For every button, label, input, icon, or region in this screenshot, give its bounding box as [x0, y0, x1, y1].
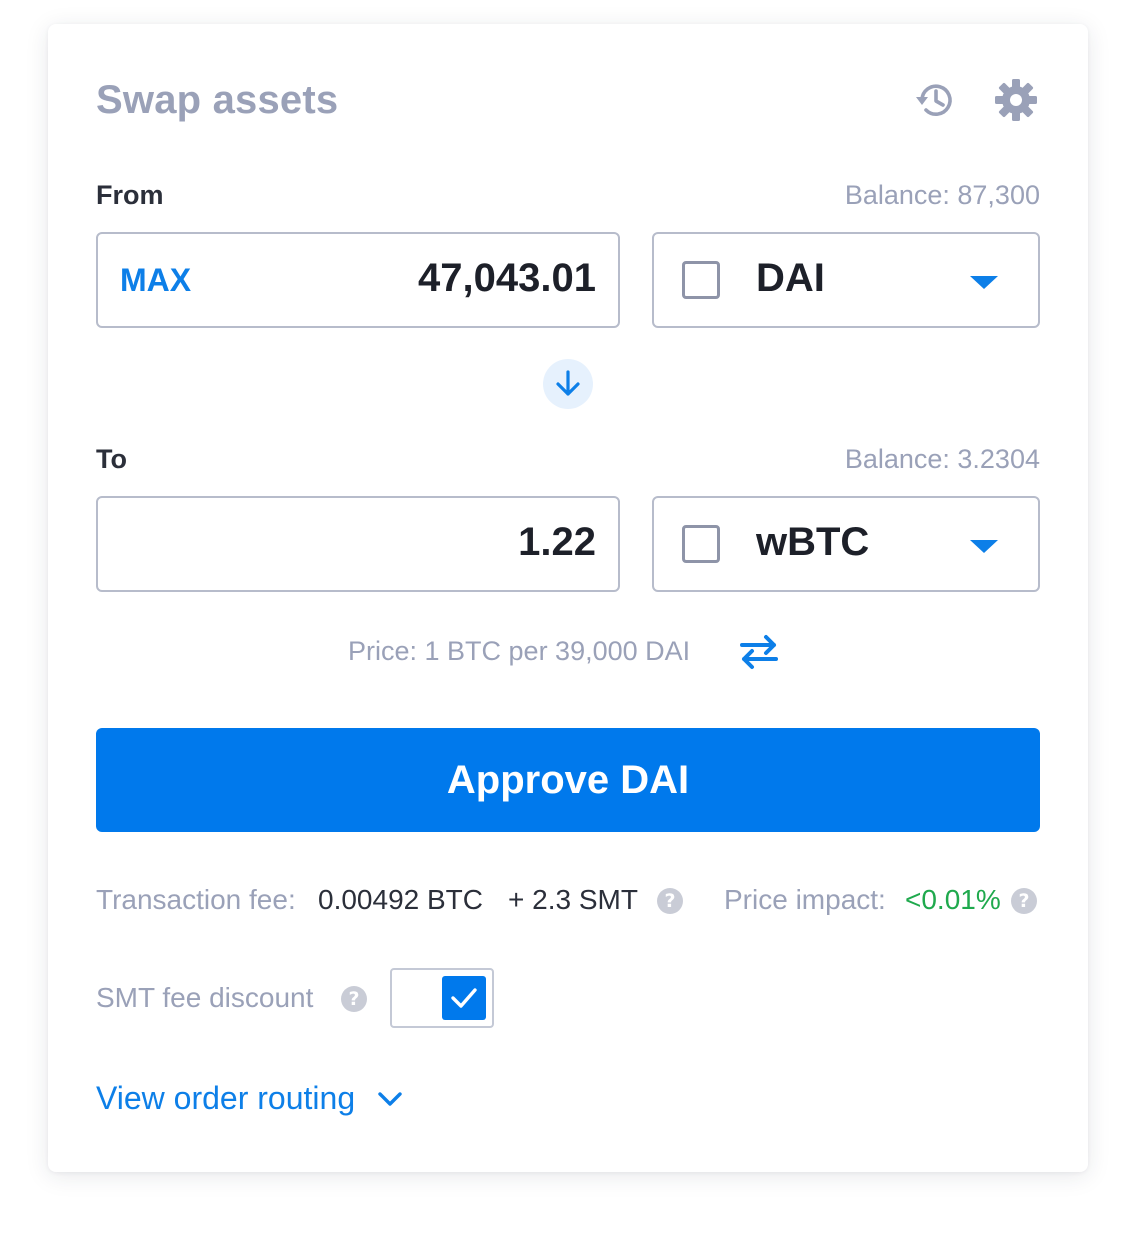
max-button[interactable]: MAX	[120, 262, 191, 299]
to-amount-value: 1.22	[518, 520, 596, 564]
smt-discount-toggle[interactable]	[390, 968, 494, 1028]
price-impact-value: <0.01%	[905, 884, 1001, 915]
token-checkbox-icon	[682, 261, 720, 299]
from-amount-value: 47,043.01	[418, 256, 596, 300]
caret-down-icon	[970, 276, 998, 289]
from-amount-field[interactable]: MAX 47,043.01	[96, 232, 620, 328]
arrow-down-icon	[556, 370, 580, 396]
from-balance: Balance: 87,300	[844, 180, 1040, 210]
smt-discount-help-icon[interactable]: ?	[341, 986, 367, 1012]
approve-button[interactable]: Approve DAI	[96, 728, 1040, 832]
history-icon	[916, 84, 952, 116]
transaction-fee-label: Transaction fee:	[96, 884, 296, 915]
transaction-fee-btc: 0.00492 BTC	[318, 884, 483, 915]
history-button[interactable]	[912, 76, 960, 124]
invert-price-button[interactable]	[736, 632, 782, 672]
page-title: Swap assets	[96, 78, 339, 122]
to-label: To	[96, 444, 127, 474]
smt-discount-label: SMT fee discount	[96, 982, 314, 1013]
toggle-knob	[442, 976, 486, 1020]
to-token-select[interactable]: wBTC	[652, 496, 1040, 592]
price-impact-label: Price impact:	[724, 884, 886, 915]
swap-arrows-icon	[740, 635, 778, 669]
transaction-fee-help-icon[interactable]: ?	[657, 888, 683, 914]
swap-card: Swap assets From Balance: 87,300 MAX 47,…	[48, 24, 1088, 1172]
from-label: From	[96, 180, 164, 210]
token-checkbox-icon	[682, 525, 720, 563]
from-token-select[interactable]: DAI	[652, 232, 1040, 328]
from-token-name: DAI	[756, 256, 825, 300]
settings-button[interactable]	[992, 76, 1040, 124]
to-balance: Balance: 3.2304	[844, 444, 1040, 474]
to-token-name: wBTC	[756, 520, 870, 564]
chevron-down-icon	[378, 1091, 402, 1106]
checkmark-icon	[451, 988, 477, 1008]
view-order-routing-label: View order routing	[96, 1080, 356, 1116]
swap-direction-button[interactable]	[543, 359, 593, 409]
view-order-routing-link[interactable]: View order routing	[96, 1080, 405, 1117]
to-amount-field[interactable]: 1.22	[96, 496, 620, 592]
gear-icon	[995, 79, 1037, 121]
price-text: Price: 1 BTC per 39,000 DAI	[348, 636, 691, 666]
caret-down-icon	[970, 540, 998, 553]
price-impact-help-icon[interactable]: ?	[1011, 888, 1037, 914]
transaction-fee-smt: + 2.3 SMT	[508, 884, 638, 915]
